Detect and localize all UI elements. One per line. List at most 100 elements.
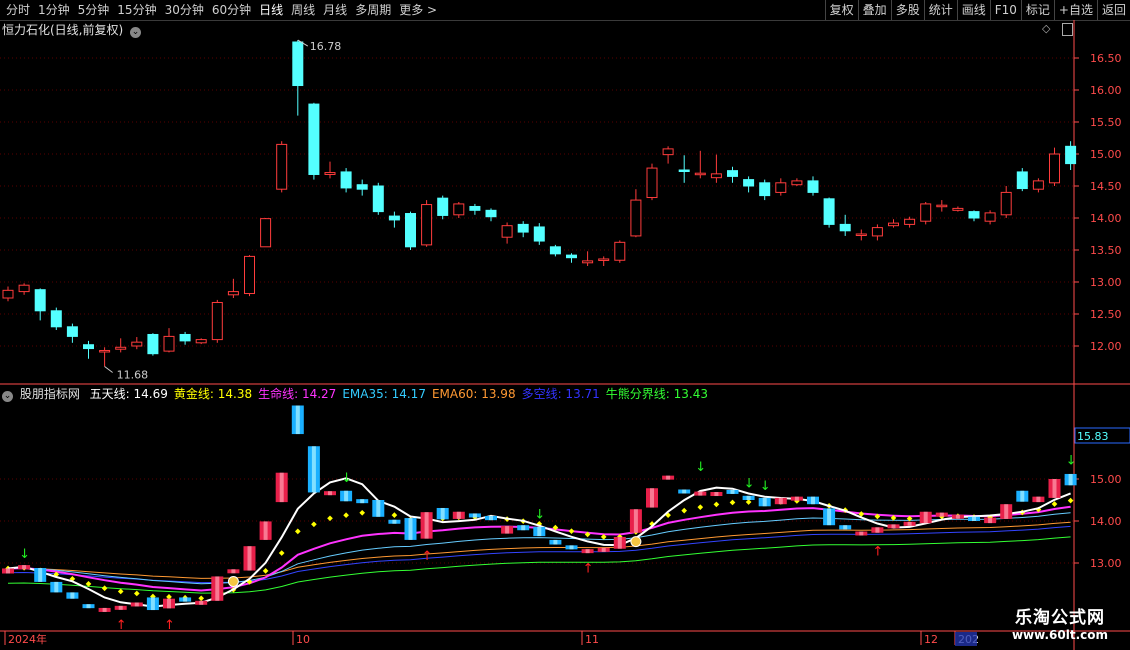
ind-y-tick-label: 14.00 <box>1090 515 1122 528</box>
golden-line-dot <box>729 499 736 506</box>
y-tick-label: 13.00 <box>1090 276 1122 289</box>
indicator-bar-highlight <box>456 511 461 519</box>
indicator-bar-highlight <box>279 472 284 503</box>
candle-body <box>936 204 948 208</box>
indicator-bar-highlight <box>489 515 493 521</box>
indicator-bar-highlight <box>118 605 123 610</box>
candle-body <box>405 213 416 248</box>
golden-line-dot <box>133 590 140 597</box>
candle-body <box>485 209 497 218</box>
indicator-bar-highlight <box>1052 479 1057 498</box>
candle-body <box>50 310 62 328</box>
indicator-bar-highlight <box>440 507 445 520</box>
candle-body <box>292 41 304 87</box>
candle-body <box>18 284 30 293</box>
indicator-bar-highlight <box>891 524 896 529</box>
candle-body <box>244 255 255 295</box>
candle-body <box>501 225 513 238</box>
golden-line-dot <box>745 499 752 505</box>
indicator-bar-highlight <box>907 521 912 526</box>
up-arrow-icon: ↑ <box>164 618 175 633</box>
watermark: 乐淘公式网 www.60lt.com <box>1012 603 1108 642</box>
candle-body <box>83 344 94 350</box>
indicator-bar-highlight <box>360 499 365 504</box>
golden-line-dot <box>1067 497 1074 504</box>
y-tick-label: 15.00 <box>1090 148 1122 161</box>
indicator-bar-highlight <box>183 597 188 602</box>
candle-body <box>469 205 481 211</box>
candle-body <box>340 171 352 189</box>
indicator-bar-highlight <box>86 604 91 609</box>
candle-body <box>759 182 771 197</box>
indicator-bar-highlight <box>134 602 139 607</box>
indicator-bar-highlight <box>102 607 107 612</box>
watermark-title: 乐淘公式网 <box>1014 608 1105 628</box>
x-tick-label: 12 <box>924 633 938 646</box>
golden-line-dot <box>198 595 205 602</box>
indicator-bar-highlight <box>778 497 783 505</box>
indicator-bar-highlight <box>553 539 558 545</box>
up-arrow-icon: ↑ <box>583 562 594 577</box>
candle-body <box>839 223 851 232</box>
golden-line-dot <box>294 528 301 535</box>
low-marker <box>104 366 113 373</box>
candle-body <box>678 169 690 172</box>
chart-canvas: 16.50 16.00 15.50 15.00 14.50 14.00 13.50 13.00… <box>0 20 1130 650</box>
indicator-bar-highlight <box>54 581 59 593</box>
candle-body <box>743 179 755 187</box>
y-tick-label: 16.50 <box>1090 52 1122 65</box>
indicator-bar-highlight <box>746 495 751 500</box>
indicator-bar-highlight <box>794 496 799 501</box>
indicator-bar-highlight <box>6 568 10 574</box>
indicator-bar-highlight <box>150 597 155 611</box>
indicator-bar-highlight <box>650 488 654 508</box>
indicator-bar-highlight <box>231 569 236 574</box>
bull-bear-line <box>7 536 1071 594</box>
candle-body <box>855 233 867 236</box>
candle-body <box>372 185 384 213</box>
candle-body <box>549 246 561 255</box>
golden-line-dot <box>1051 501 1058 507</box>
indicator-bar-highlight <box>875 527 880 533</box>
candle-body <box>582 260 594 264</box>
candle-body <box>324 172 336 175</box>
money-bag-icon <box>630 536 642 548</box>
golden-line-dot <box>697 504 704 511</box>
candle-body <box>195 339 207 344</box>
indicator-bar-highlight <box>311 446 316 493</box>
indicator-bar-highlight <box>1036 496 1041 503</box>
watermark-url: www.60lt.com <box>1011 628 1108 642</box>
candle-body <box>1016 171 1028 190</box>
golden-line-dot <box>311 521 317 528</box>
candle-body <box>775 182 787 193</box>
down-arrow-icon: ↓ <box>695 460 706 475</box>
candle-body <box>1065 145 1077 165</box>
down-arrow-icon: ↓ <box>744 477 755 492</box>
candle-body <box>727 170 738 177</box>
golden-line-dot <box>343 512 349 519</box>
indicator-bar-highlight <box>633 509 638 533</box>
indicator-bar-highlight <box>972 516 976 521</box>
down-arrow-icon: ↓ <box>341 471 352 486</box>
up-arrow-icon: ↑ <box>116 618 127 633</box>
indicator-bar-highlight <box>215 576 220 601</box>
golden-line-dot <box>391 512 398 518</box>
indicator-bar-highlight <box>601 547 606 552</box>
indicator-bar-highlight <box>1068 473 1073 486</box>
down-arrow-icon: ↓ <box>1066 454 1077 469</box>
golden-line-dot <box>262 568 269 574</box>
indicator-bar-highlight <box>682 489 687 494</box>
candle-body <box>823 198 835 225</box>
indicator-bar-highlight <box>22 565 27 570</box>
golden-line-dot <box>117 588 124 595</box>
candle-body <box>115 346 127 350</box>
candle-body <box>437 197 449 216</box>
candle-body <box>984 212 996 222</box>
indicator-bar-highlight <box>505 526 510 534</box>
golden-line-dot <box>568 528 575 534</box>
candle-body <box>694 172 706 176</box>
indicator-bar-highlight <box>939 512 944 517</box>
money-bag-icon <box>227 576 239 587</box>
golden-line-dot <box>278 550 285 556</box>
candle-body <box>904 218 916 225</box>
